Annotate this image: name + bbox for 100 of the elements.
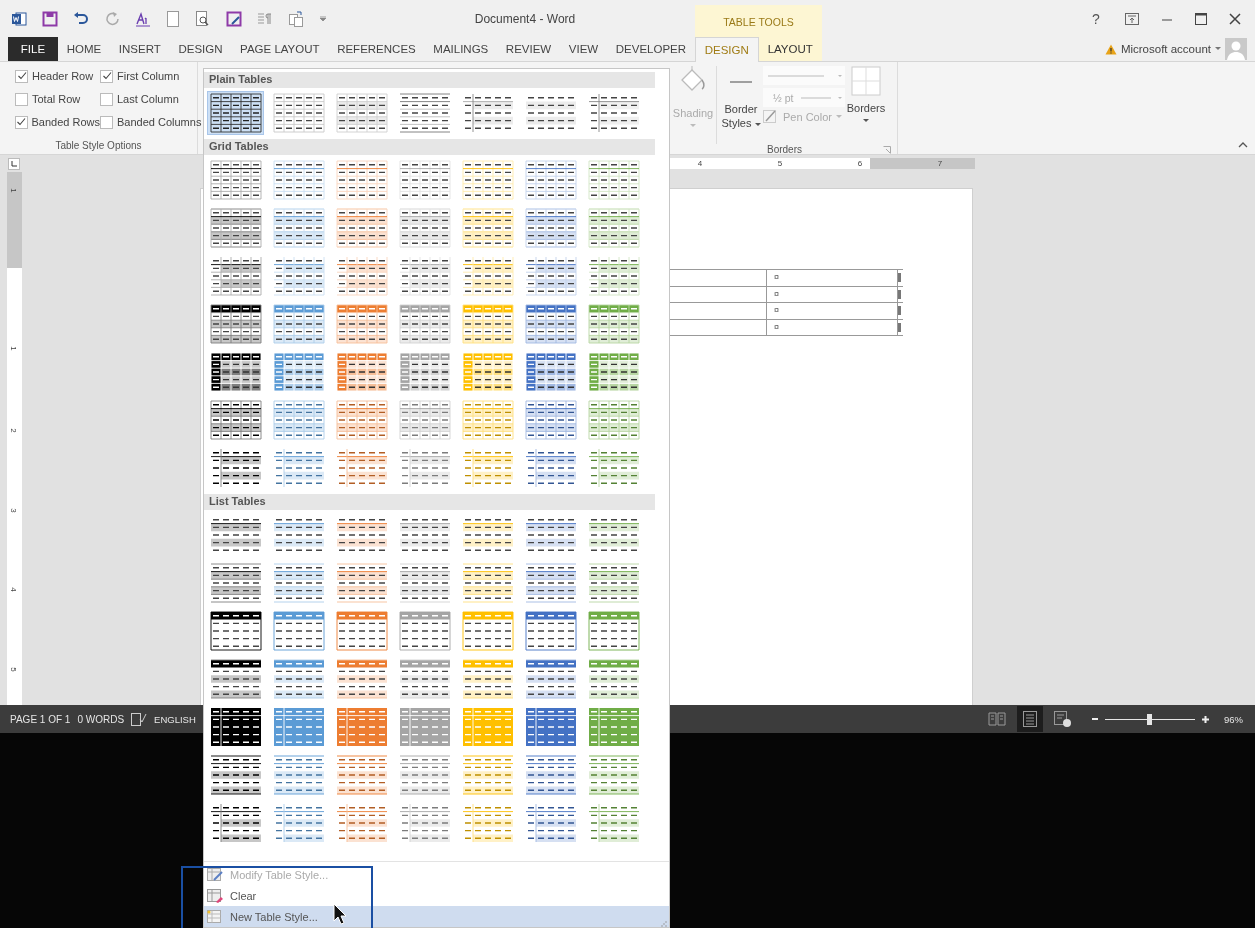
ribbon-tab[interactable]: INSERT <box>110 37 169 61</box>
table-style-thumbnail[interactable] <box>333 158 390 202</box>
pen-icon <box>763 110 779 124</box>
maximize-icon[interactable] <box>1195 12 1207 25</box>
table-style-thumbnail[interactable] <box>270 91 327 135</box>
ribbon-tab[interactable]: DEVELOPER <box>607 37 695 61</box>
resize-grip-icon[interactable] <box>661 921 667 927</box>
table-style-thumbnail[interactable] <box>207 206 264 250</box>
undo-icon[interactable] <box>73 10 89 27</box>
menu-item[interactable]: New Table Style... <box>204 906 669 927</box>
copy-icon[interactable] <box>288 10 304 27</box>
window-title: Document4 - Word <box>473 11 577 26</box>
table-style-thumbnail[interactable] <box>585 158 642 202</box>
checkbox[interactable] <box>15 115 28 129</box>
collapse-ribbon-icon[interactable] <box>1238 142 1248 148</box>
ribbon-tab[interactable]: VIEW <box>560 37 607 61</box>
table-style-thumbnail[interactable] <box>333 609 390 653</box>
table-style-thumbnail[interactable] <box>207 91 264 135</box>
table-style-thumbnail[interactable] <box>396 609 453 653</box>
table-style-thumbnail[interactable] <box>270 158 327 202</box>
caret-icon <box>690 124 696 128</box>
ruler-number: 4 <box>696 158 704 169</box>
ribbon-display-icon[interactable] <box>1125 12 1139 25</box>
ribbon-tab[interactable]: LAYOUT <box>758 37 822 61</box>
checkbox[interactable] <box>15 92 28 106</box>
word-logo-icon[interactable] <box>11 10 27 27</box>
language[interactable]: ENGLISH <box>154 713 196 725</box>
save-icon[interactable] <box>42 10 58 27</box>
text-style-icon[interactable] <box>135 10 151 27</box>
option-checkbox[interactable]: Header Row <box>15 68 100 84</box>
blank-page-icon[interactable] <box>166 10 180 27</box>
table-style-thumbnail[interactable] <box>459 302 516 346</box>
table-style-thumbnail[interactable] <box>270 206 327 250</box>
table-style-thumbnail[interactable] <box>522 302 579 346</box>
table-style-thumbnail[interactable] <box>459 609 516 653</box>
table-style-thumbnail[interactable] <box>459 398 516 442</box>
caret-icon <box>1215 47 1221 51</box>
table-style-thumbnail[interactable] <box>396 302 453 346</box>
option-checkbox[interactable]: First Column <box>100 68 202 84</box>
table-style-thumbnail[interactable] <box>270 398 327 442</box>
ribbon-tab[interactable]: DESIGN <box>695 37 759 62</box>
customize-caret-icon[interactable] <box>319 15 327 22</box>
book-icon <box>988 712 1006 726</box>
table-style-thumbnail[interactable] <box>207 398 264 442</box>
option-checkbox[interactable]: Total Row <box>15 91 100 107</box>
checkbox[interactable] <box>15 69 28 83</box>
ribbon-tab[interactable]: PAGE LAYOUT <box>232 37 328 61</box>
table-style-thumbnail[interactable] <box>396 158 453 202</box>
option-checkbox[interactable]: Banded Rows <box>15 114 100 130</box>
borders-button[interactable]: Borders <box>845 66 887 123</box>
table-style-thumbnail[interactable] <box>333 302 390 346</box>
table-style-thumbnail[interactable] <box>333 398 390 442</box>
table-style-thumbnail[interactable] <box>459 206 516 250</box>
ribbon-tab[interactable]: DESIGN <box>170 37 231 61</box>
mouse-pointer-icon <box>333 903 347 925</box>
table-style-thumbnail[interactable] <box>459 158 516 202</box>
menu-item[interactable]: Clear <box>204 885 669 906</box>
table-style-thumbnail[interactable] <box>522 609 579 653</box>
ribbon-tab[interactable]: REVIEW <box>497 37 560 61</box>
ribbon-tab[interactable]: REFERENCES <box>329 37 424 61</box>
zoom-out-icon[interactable] <box>1091 715 1099 723</box>
help-button[interactable]: ? <box>1089 10 1103 27</box>
checkbox[interactable] <box>100 115 113 129</box>
print-preview-icon[interactable] <box>195 10 211 27</box>
save-edit-icon[interactable] <box>226 10 242 27</box>
account-button[interactable]: Microsoft account <box>1120 43 1211 55</box>
table-style-thumbnail[interactable] <box>585 302 642 346</box>
table-style-thumbnail[interactable] <box>585 609 642 653</box>
ribbon-tab[interactable]: MAILINGS <box>425 37 497 61</box>
table-style-thumbnail[interactable] <box>396 398 453 442</box>
table-style-thumbnail[interactable] <box>585 206 642 250</box>
proofing-icon[interactable] <box>131 712 148 726</box>
gallery-section-header: Plain Tables <box>204 72 655 88</box>
table-style-thumbnail[interactable] <box>333 91 390 135</box>
table-style-thumbnail[interactable] <box>522 206 579 250</box>
table-style-thumbnail[interactable] <box>585 398 642 442</box>
file-tab[interactable]: FILE <box>8 37 58 61</box>
table-style-thumbnail[interactable] <box>522 398 579 442</box>
zoom-slider-thumb[interactable] <box>1147 713 1152 725</box>
option-checkbox[interactable]: Last Column <box>100 91 202 107</box>
ribbon-tab[interactable]: HOME <box>58 37 110 61</box>
table-style-thumbnail[interactable] <box>522 158 579 202</box>
close-icon[interactable] <box>1229 12 1241 25</box>
zoom-percent[interactable]: 96% <box>1224 713 1243 725</box>
table-style-thumbnail[interactable] <box>207 609 264 653</box>
checkbox[interactable] <box>100 92 113 106</box>
table-style-thumbnail[interactable] <box>396 206 453 250</box>
print-layout-button[interactable] <box>1017 706 1043 732</box>
tab-selector[interactable] <box>8 157 20 170</box>
table-style-thumbnail[interactable] <box>207 302 264 346</box>
table-style-thumbnail[interactable] <box>270 609 327 653</box>
table-style-thumbnail[interactable] <box>333 206 390 250</box>
table-style-thumbnail[interactable] <box>270 302 327 346</box>
option-checkbox[interactable]: Banded Columns <box>100 114 202 130</box>
table-style-thumbnail[interactable] <box>207 158 264 202</box>
border-styles-button[interactable]: Border Styles <box>719 66 763 130</box>
page-count[interactable]: PAGE 1 OF 1 <box>10 713 71 725</box>
checkbox[interactable] <box>100 69 113 83</box>
zoom-in-icon[interactable] <box>1201 714 1210 724</box>
word-count[interactable]: 0 WORDS <box>77 713 125 725</box>
